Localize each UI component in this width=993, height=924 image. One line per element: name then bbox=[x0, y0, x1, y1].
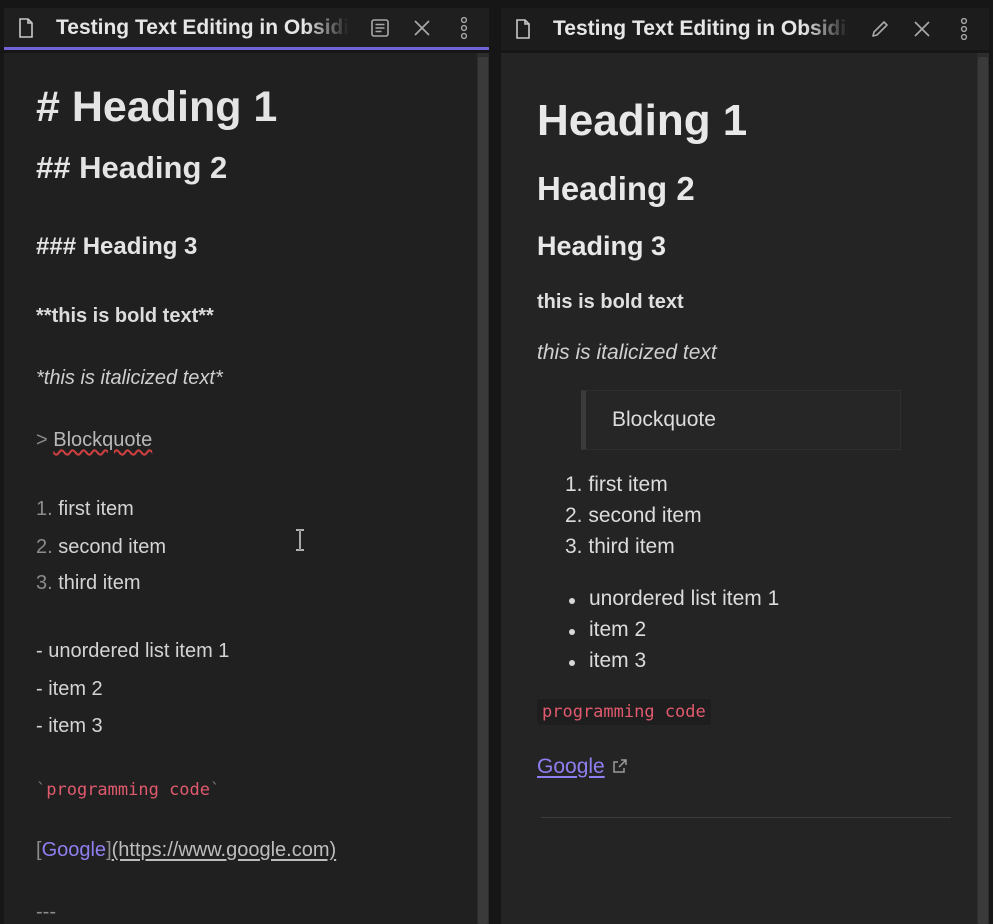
editor-tab-header[interactable]: Testing Text Editing in Obsidian bbox=[4, 8, 489, 50]
link-text: Google bbox=[41, 839, 107, 861]
ol-text: first item bbox=[52, 498, 134, 520]
preview-ol-item-3: 3. third item bbox=[565, 535, 675, 559]
editor-line-italic[interactable]: *this is italicized text* bbox=[36, 367, 223, 390]
preview-blockquote: Blockquote bbox=[581, 390, 901, 450]
ol-number: 2. bbox=[36, 536, 53, 558]
ol-text: second item bbox=[588, 504, 702, 527]
ol-text: third item bbox=[52, 572, 141, 594]
inline-code: programming code bbox=[537, 699, 711, 725]
preview-scrollbar[interactable] bbox=[977, 53, 989, 924]
code-tick: ` bbox=[36, 780, 47, 800]
file-icon bbox=[516, 19, 530, 39]
preview-scrollbar-thumb[interactable] bbox=[978, 57, 988, 924]
close-icon bbox=[414, 19, 430, 36]
editor-line-link[interactable]: [Google](https://www.google.com) bbox=[36, 839, 336, 862]
preview-bold-text: this is bold text bbox=[537, 291, 684, 313]
editor-line-ul-2[interactable]: - item 2 bbox=[36, 678, 103, 701]
preview-pane: Testing Text Editing in Obsidian Heading… bbox=[497, 0, 993, 924]
bullet-marker bbox=[569, 598, 575, 604]
ol-number: 1. bbox=[36, 498, 53, 520]
editor-content[interactable]: # Heading 1 ## Heading 2 ### Heading 3 *… bbox=[4, 53, 489, 924]
editor-line-ul-3[interactable]: - item 3 bbox=[36, 715, 103, 738]
editor-line-ol-2[interactable]: 2. second item bbox=[36, 536, 166, 559]
file-icon bbox=[19, 17, 33, 38]
edit-mode-button[interactable] bbox=[869, 18, 891, 40]
more-options-icon bbox=[460, 16, 468, 39]
editor-line-ol-1[interactable]: 1. first item bbox=[36, 498, 134, 521]
preview-ul-item-1: unordered list item 1 bbox=[589, 587, 780, 610]
pencil-icon bbox=[872, 21, 888, 37]
bullet-marker bbox=[569, 660, 575, 666]
preview-ol-item-1: 1. first item bbox=[565, 473, 668, 497]
text-cursor-icon bbox=[296, 529, 304, 551]
external-link-icon bbox=[613, 759, 627, 773]
preview-link-line: Google bbox=[537, 755, 628, 779]
close-tab-button[interactable] bbox=[411, 17, 433, 39]
ol-text: second item bbox=[52, 536, 167, 558]
preview-ol-item-2: 2. second item bbox=[565, 504, 702, 528]
preview-content: Heading 1 Heading 2 Heading 3 this is bo… bbox=[501, 53, 989, 924]
editor-line-ol-3[interactable]: 3. third item bbox=[36, 572, 141, 595]
editor-scrollbar[interactable] bbox=[477, 53, 489, 924]
ol-number: 3. bbox=[36, 572, 53, 594]
preview-heading-1: Heading 1 bbox=[537, 96, 748, 145]
editor-line-blockquote[interactable]: > Blockquote bbox=[36, 429, 152, 452]
quote-text: Blockquote bbox=[53, 429, 153, 451]
ol-text: third item bbox=[588, 535, 675, 558]
preview-tab-title: Testing Text Editing in Obsidian bbox=[553, 17, 849, 40]
bullet-marker bbox=[569, 629, 575, 635]
close-tab-button[interactable] bbox=[911, 18, 933, 40]
reading-view-button[interactable] bbox=[369, 17, 391, 39]
editor-line-h3[interactable]: ### Heading 3 bbox=[36, 233, 197, 261]
editor-line-hr[interactable]: --- bbox=[36, 901, 56, 924]
ol-text: first item bbox=[588, 473, 668, 496]
editor-line-code[interactable]: `programming code` bbox=[36, 780, 220, 800]
preview-heading-3: Heading 3 bbox=[537, 231, 667, 261]
preview-ul-item-3: item 3 bbox=[589, 649, 647, 672]
preview-ul-item-2: item 2 bbox=[589, 618, 647, 641]
more-options-icon bbox=[960, 18, 968, 40]
editor-line-bold[interactable]: **this is bold text** bbox=[36, 305, 214, 328]
link-url[interactable]: (https://www.google.com) bbox=[112, 839, 337, 861]
ol-number: 3. bbox=[565, 535, 583, 558]
editor-scrollbar-thumb[interactable] bbox=[478, 57, 488, 924]
preview-italic-text: this is italicized text bbox=[537, 341, 717, 364]
quote-marker: > bbox=[36, 429, 54, 451]
more-options-button[interactable] bbox=[953, 18, 975, 40]
editor-tab-title: Testing Text Editing in Obsidian bbox=[56, 15, 349, 39]
code-tick: ` bbox=[210, 780, 221, 800]
reading-view-icon bbox=[371, 18, 389, 37]
preview-tab-header[interactable]: Testing Text Editing in Obsidian bbox=[501, 8, 989, 50]
preview-link[interactable]: Google bbox=[537, 755, 605, 778]
editor-line-h2[interactable]: ## Heading 2 bbox=[36, 150, 227, 186]
editor-pane: Testing Text Editing in Obsidian # Headi… bbox=[0, 0, 493, 924]
preview-code-line: programming code bbox=[537, 699, 711, 725]
preview-heading-2: Heading 2 bbox=[537, 170, 695, 207]
code-text: programming code bbox=[46, 780, 211, 800]
blockquote-text: Blockquote bbox=[612, 408, 716, 431]
ol-number: 2. bbox=[565, 504, 583, 527]
close-icon bbox=[914, 21, 930, 37]
horizontal-rule bbox=[541, 817, 951, 818]
ol-number: 1. bbox=[565, 473, 583, 496]
more-options-button[interactable] bbox=[453, 16, 475, 39]
editor-line-h1[interactable]: # Heading 1 bbox=[36, 83, 277, 132]
editor-line-ul-1[interactable]: - unordered list item 1 bbox=[36, 640, 229, 663]
